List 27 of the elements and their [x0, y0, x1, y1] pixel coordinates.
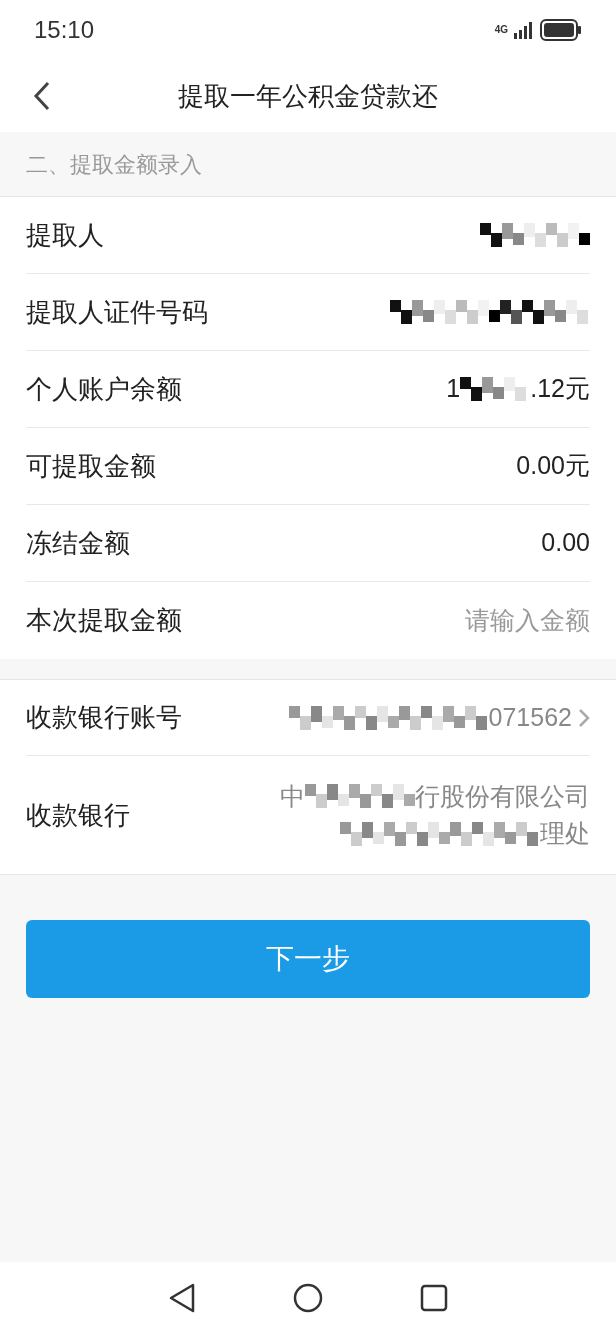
field-label: 个人账户余额 — [26, 372, 182, 406]
section-title: 二、提取金额录入 — [26, 150, 202, 179]
field-value: 071562 — [488, 701, 572, 733]
field-label: 提取人 — [26, 218, 104, 252]
field-label: 收款银行账号 — [26, 701, 182, 734]
amount-input[interactable]: 请输入金额 — [330, 601, 590, 640]
field-value: 1 — [446, 373, 461, 405]
page-title: 提取一年公积金贷款还 — [178, 79, 438, 113]
signal-icon — [514, 21, 534, 39]
field-label: 收款银行 — [26, 798, 130, 832]
network-type: 4G — [494, 25, 508, 35]
status-time: 15:10 — [34, 15, 95, 45]
home-nav-icon[interactable] — [293, 1283, 323, 1313]
field-value: 0.00元 — [516, 450, 590, 482]
battery-icon — [540, 19, 582, 41]
field-label: 提取人证件号码 — [26, 295, 208, 329]
field-value: 0.00 — [541, 527, 590, 559]
field-value: 理处 — [540, 818, 590, 849]
field-value: .12元 — [530, 373, 590, 405]
recents-nav-icon[interactable] — [419, 1284, 448, 1312]
field-label: 可提取金额 — [26, 449, 156, 483]
back-nav-icon[interactable] — [168, 1283, 197, 1313]
field-value: 行股份有限公司 — [415, 780, 590, 812]
field-value: 中 — [280, 780, 305, 812]
next-button[interactable]: 下一步 — [26, 920, 590, 998]
field-label: 本次提取金额 — [26, 604, 182, 637]
field-label: 冻结金额 — [26, 526, 130, 560]
